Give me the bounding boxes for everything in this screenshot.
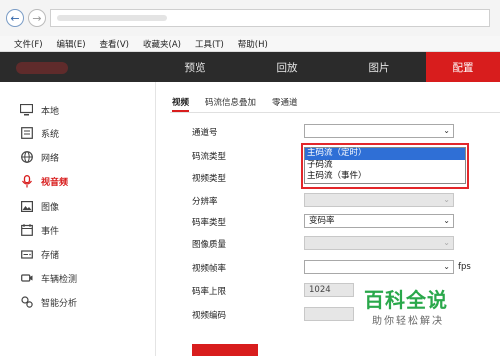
watermark-title: 百科全说 [364,288,448,312]
channel-select[interactable]: ⌄ [304,124,454,138]
camera-icon [20,272,33,285]
sidebar-item-local[interactable]: 本地 [0,99,156,121]
globe-icon [20,151,33,164]
dropdown-option[interactable]: 主码流（定时） [305,148,465,160]
menu-edit[interactable]: 编辑(E) [57,38,86,50]
sidebar-item-storage[interactable]: 存储 [0,243,156,265]
forward-arrow-icon: → [32,11,42,25]
analysis-icon [20,296,33,309]
back-button[interactable]: ← [6,9,24,27]
image-icon [20,200,33,213]
framerate-label: 视频帧率 [192,264,227,274]
sidebar-item-label: 存储 [41,250,60,261]
calendar-icon [20,224,33,237]
bitrate-type-label: 码率类型 [192,218,227,228]
dropdown-option[interactable]: 主码流（事件） [305,171,465,183]
bitrate-limit-value: 1024 [309,285,331,295]
microphone-icon [20,174,33,188]
browser-menubar: 文件(F) 编辑(E) 查看(V) 收藏夹(A) 工具(T) 帮助(H) [0,36,500,52]
system-icon [20,127,33,140]
menu-tools[interactable]: 工具(T) [195,38,224,50]
stream-type-dropdown[interactable]: 主码流（定时） 子码流 主码流（事件） [304,147,466,184]
bitrate-type-select[interactable]: 变码率 ⌄ [304,214,454,228]
chevron-down-icon: ⌄ [443,126,450,135]
forward-button[interactable]: → [28,9,46,27]
tab-playback[interactable]: 回放 [242,52,332,82]
tab-picture[interactable]: 图片 [334,52,424,82]
chevron-down-icon: ⌄ [443,195,450,204]
sidebar-item-video-audio[interactable]: 视音频 [0,170,156,192]
channel-label: 通道号 [192,128,218,138]
sidebar-item-label: 车辆检测 [41,274,78,285]
sidebar: 本地 系统 网络 视音频 图像 事件 存储 车辆检测 智能分析 [0,82,156,356]
menu-file[interactable]: 文件(F) [14,38,43,50]
sidebar-item-vehicle-detection[interactable]: 车辆检测 [0,267,156,289]
image-quality-select[interactable]: ⌄ [304,236,454,250]
browser-toolbar: ← → [0,0,500,36]
sidebar-item-label: 系统 [41,129,60,140]
subtab-divider [170,112,500,113]
subtab-zero-channel[interactable]: 零通道 [272,96,298,112]
tab-preview[interactable]: 预览 [150,52,240,82]
tab-configuration[interactable]: 配置 [426,52,500,82]
bitrate-limit-input[interactable]: 1024 [304,283,354,297]
bitrate-limit-label: 码率上限 [192,287,227,297]
sidebar-item-label: 图像 [41,202,60,213]
watermark-subtitle: 助你轻松解决 [372,316,444,327]
resolution-select[interactable]: ⌄ [304,193,454,207]
sidebar-item-label: 网络 [41,153,60,164]
video-encoding-select[interactable] [304,307,354,321]
dropdown-option[interactable]: 子码流 [305,160,465,172]
menu-help[interactable]: 帮助(H) [238,38,268,50]
app-header: 预览 回放 图片 配置 [0,52,500,82]
save-button[interactable] [192,344,258,356]
sidebar-item-image[interactable]: 图像 [0,195,156,217]
sidebar-item-system[interactable]: 系统 [0,122,156,144]
menu-view[interactable]: 查看(V) [100,38,129,50]
framerate-select[interactable]: ⌄ [304,260,454,274]
resolution-label: 分辨率 [192,197,218,207]
sidebar-item-label: 本地 [41,106,60,117]
chevron-down-icon: ⌄ [443,216,450,225]
chevron-down-icon: ⌄ [443,262,450,271]
subtab-stream-overlay[interactable]: 码流信息叠加 [205,96,256,112]
video-type-label: 视频类型 [192,174,227,184]
blurred-url [57,15,167,21]
sidebar-item-event[interactable]: 事件 [0,219,156,241]
brand-logo [16,62,68,74]
monitor-icon [20,104,33,117]
chevron-down-icon: ⌄ [443,238,450,247]
video-encoding-label: 视频编码 [192,311,227,321]
subtab-bar: 视频 码流信息叠加 零通道 [172,96,298,112]
sidebar-item-label: 视音频 [41,177,69,188]
sidebar-item-label: 事件 [41,226,60,237]
storage-icon [20,248,33,261]
sidebar-item-smart-analysis[interactable]: 智能分析 [0,291,156,313]
bitrate-type-value: 变码率 [309,216,335,226]
framerate-unit: fps [458,262,471,272]
stream-type-label: 码流类型 [192,152,227,162]
menu-favorites[interactable]: 收藏夹(A) [143,38,181,50]
sidebar-item-label: 智能分析 [41,298,78,309]
sidebar-item-network[interactable]: 网络 [0,146,156,168]
address-bar[interactable] [50,9,490,27]
subtab-video[interactable]: 视频 [172,96,190,112]
image-quality-label: 图像质量 [192,240,227,250]
back-arrow-icon: ← [10,11,20,25]
